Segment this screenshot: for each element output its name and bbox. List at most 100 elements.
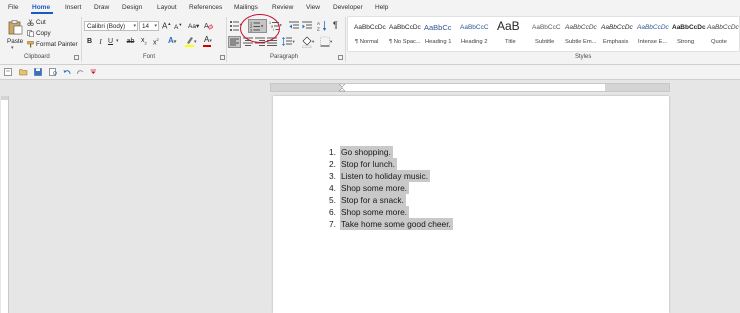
cut-label: Cut bbox=[36, 19, 46, 26]
style-heading1-label[interactable]: Heading 1 bbox=[425, 39, 451, 45]
text-effects-button[interactable]: A▾ bbox=[168, 36, 176, 45]
tab-design[interactable]: Design bbox=[122, 4, 142, 11]
grow-font-button[interactable]: A▲ bbox=[162, 21, 171, 31]
strikethrough-button[interactable]: ab bbox=[125, 37, 136, 47]
style-quote-label[interactable]: Quote bbox=[711, 39, 727, 45]
style-quote-sample[interactable]: AaBbCcDc bbox=[707, 24, 739, 31]
paste-label[interactable]: Paste bbox=[7, 38, 23, 45]
sort-button[interactable]: AZ bbox=[317, 20, 327, 32]
font-name-dropdown[interactable]: Calibri (Body) ▾ bbox=[84, 21, 138, 31]
clear-formatting-button[interactable]: A bbox=[204, 21, 214, 30]
style-intense-emphasis-sample[interactable]: AaBbCcDc bbox=[637, 24, 669, 31]
style-subtle-emphasis-sample[interactable]: AaBbCcDc bbox=[565, 24, 597, 31]
font-group-label: Font bbox=[143, 54, 156, 60]
format-painter-button[interactable]: Format Painter bbox=[27, 41, 78, 48]
style-title-label[interactable]: Title bbox=[505, 39, 516, 45]
undo-icon[interactable] bbox=[63, 68, 72, 76]
paragraph-launcher-icon[interactable] bbox=[338, 55, 343, 60]
list-item[interactable]: 4. Shop some more. bbox=[329, 182, 410, 194]
paste-button[interactable] bbox=[7, 19, 23, 35]
save-icon[interactable] bbox=[34, 68, 43, 76]
customize-toolbar-icon[interactable] bbox=[90, 69, 97, 75]
underline-dropdown-icon[interactable]: ▾ bbox=[116, 38, 119, 44]
style-heading2-label[interactable]: Heading 2 bbox=[461, 39, 487, 45]
style-emphasis-sample[interactable]: AaBbCcDc bbox=[601, 24, 633, 31]
shrink-font-button[interactable]: A▼ bbox=[174, 22, 182, 31]
style-strong-label[interactable]: Strong bbox=[677, 39, 694, 45]
list-item[interactable]: 5. Stop for a snack. bbox=[329, 194, 406, 206]
style-strong-sample[interactable]: AaBbCcDc bbox=[672, 24, 706, 31]
list-item-text[interactable]: Take home some good cheer. bbox=[340, 218, 453, 230]
style-subtitle-sample[interactable]: AaBbCcC bbox=[532, 24, 561, 31]
list-item[interactable]: 7. Take home some good cheer. bbox=[329, 218, 453, 230]
style-no-spacing-label[interactable]: ¶ No Spac... bbox=[389, 39, 421, 45]
style-emphasis-label[interactable]: Emphasis bbox=[603, 39, 628, 45]
style-normal-sample[interactable]: AaBbCcDc bbox=[354, 24, 386, 31]
highlight-button[interactable]: ▾ bbox=[185, 36, 199, 48]
open-folder-icon[interactable] bbox=[19, 68, 28, 76]
indent-marker-icon[interactable] bbox=[338, 84, 346, 92]
ruler-left-margin bbox=[271, 84, 343, 91]
list-item-text[interactable]: Stop for lunch. bbox=[340, 158, 398, 170]
tab-developer[interactable]: Developer bbox=[333, 4, 363, 11]
tab-draw[interactable]: Draw bbox=[94, 4, 109, 11]
cut-button[interactable]: Cut bbox=[27, 19, 46, 26]
font-color-button[interactable]: A▾ bbox=[204, 35, 212, 44]
list-item[interactable]: 2. Stop for lunch. bbox=[329, 158, 398, 170]
list-item-text[interactable]: Stop for a snack. bbox=[340, 194, 406, 206]
redo-icon[interactable] bbox=[76, 68, 85, 76]
list-item-text[interactable]: Shop some more. bbox=[340, 206, 410, 218]
style-subtle-emphasis-label[interactable]: Subtle Em... bbox=[565, 39, 597, 45]
new-document-icon[interactable] bbox=[4, 68, 13, 76]
divider bbox=[345, 17, 346, 62]
style-heading2-sample[interactable]: AaBbCcC bbox=[460, 24, 489, 31]
bold-button[interactable]: B bbox=[85, 37, 94, 47]
superscript-button[interactable]: x2 bbox=[153, 37, 159, 46]
tab-mailings[interactable]: Mailings bbox=[234, 4, 258, 11]
borders-button[interactable]: ▾ bbox=[320, 36, 334, 48]
list-item[interactable]: 6. Shop some more. bbox=[329, 206, 410, 218]
tab-help[interactable]: Help bbox=[375, 4, 388, 11]
tab-insert[interactable]: Insert bbox=[65, 4, 81, 11]
tab-file[interactable]: File bbox=[8, 4, 18, 11]
vertical-ruler[interactable] bbox=[1, 96, 9, 313]
tab-review[interactable]: Review bbox=[272, 4, 293, 11]
list-item-text[interactable]: Go shopping. bbox=[340, 146, 393, 158]
italic-button[interactable]: I bbox=[96, 37, 105, 47]
styles-group-label: Styles bbox=[575, 54, 592, 60]
style-subtitle-label[interactable]: Subtitle bbox=[535, 39, 554, 45]
font-size-dropdown[interactable]: 14 ▾ bbox=[139, 21, 159, 31]
list-item[interactable]: 3. Listen to holiday music. bbox=[329, 170, 431, 182]
underline-button[interactable]: U bbox=[106, 37, 115, 47]
style-heading1-sample[interactable]: AaBbCc bbox=[424, 23, 452, 32]
show-formatting-button[interactable]: ¶ bbox=[333, 20, 338, 30]
line-spacing-button[interactable]: ▾ bbox=[282, 36, 296, 48]
svg-text:▾: ▾ bbox=[312, 39, 315, 44]
copy-button[interactable]: Copy bbox=[27, 30, 51, 37]
subscript-button[interactable]: x2 bbox=[141, 37, 147, 45]
change-case-button[interactable]: Aa▾ bbox=[188, 22, 199, 30]
font-launcher-icon[interactable] bbox=[220, 55, 225, 60]
style-no-spacing-sample[interactable]: AaBbCcDc bbox=[389, 24, 421, 31]
list-item[interactable]: 1. Go shopping. bbox=[329, 146, 393, 158]
style-intense-emphasis-label[interactable]: Intense E... bbox=[638, 39, 667, 45]
tab-layout[interactable]: Layout bbox=[157, 4, 177, 11]
shading-button[interactable]: ▾ bbox=[301, 36, 316, 48]
clipboard-launcher-icon[interactable] bbox=[74, 55, 79, 60]
paint-bucket-icon: ▾ bbox=[301, 36, 315, 48]
list-item-text[interactable]: Shop some more. bbox=[340, 182, 410, 194]
print-preview-icon[interactable] bbox=[49, 68, 58, 76]
align-left-button[interactable] bbox=[228, 36, 241, 48]
style-title-sample[interactable]: AaB bbox=[497, 19, 520, 33]
borders-icon: ▾ bbox=[320, 36, 333, 47]
chevron-down-icon: ▾ bbox=[154, 23, 157, 29]
paste-dropdown-icon[interactable]: ▾ bbox=[11, 45, 14, 51]
horizontal-ruler[interactable] bbox=[270, 83, 670, 92]
increase-indent-button[interactable] bbox=[302, 21, 312, 31]
tab-view[interactable]: View bbox=[306, 4, 320, 11]
style-normal-label[interactable]: ¶ Normal bbox=[355, 39, 378, 45]
tab-home[interactable]: Home bbox=[32, 4, 50, 11]
tab-references[interactable]: References bbox=[189, 4, 222, 11]
list-item-text[interactable]: Listen to holiday music. bbox=[340, 170, 431, 182]
decrease-indent-button[interactable] bbox=[289, 21, 299, 31]
